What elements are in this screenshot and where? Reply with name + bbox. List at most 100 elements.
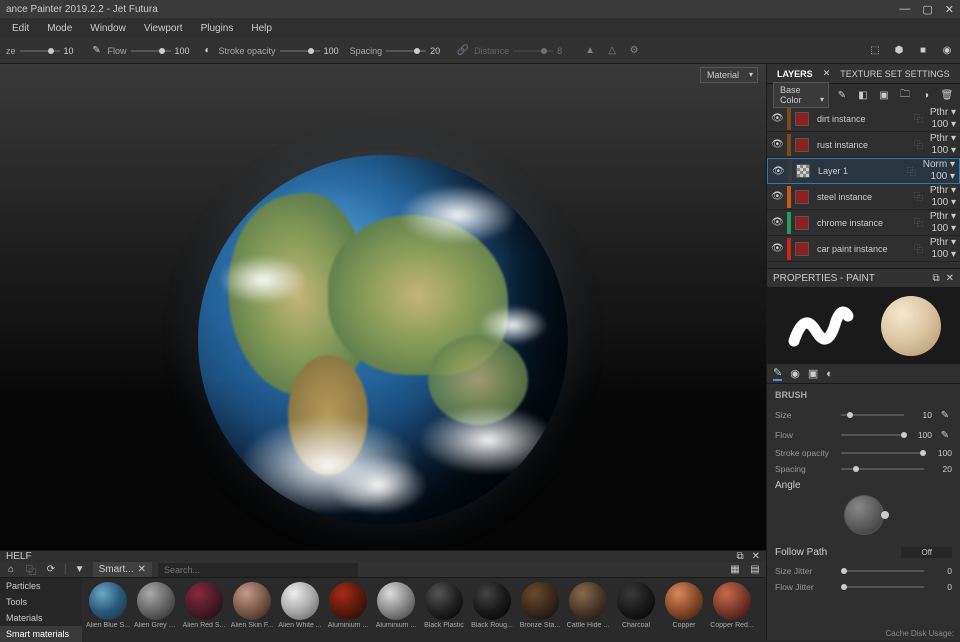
material-thumb[interactable]: Alien Skin F... [230, 582, 274, 629]
brush-flow-slider[interactable] [841, 434, 904, 436]
material-thumb[interactable]: Aluminium ... [374, 582, 418, 629]
grid-large-icon[interactable]: ▤ [748, 563, 762, 577]
folder-icon[interactable]: 🗀 [898, 88, 912, 102]
menu-edit[interactable]: Edit [4, 21, 37, 36]
duplicate-icon[interactable]: ⿻ [914, 138, 926, 151]
material-thumb[interactable]: Alien Blue S... [86, 582, 130, 629]
brush-spacing-slider[interactable] [841, 468, 924, 470]
snapshot-icon[interactable]: ◉ [940, 44, 954, 58]
warning-icon[interactable]: ▲ [583, 44, 597, 58]
material-thumb[interactable]: Alien Red S... [182, 582, 226, 629]
visibility-icon[interactable]: 👁 [771, 113, 783, 124]
flow-jitter-slider[interactable] [841, 586, 924, 588]
menu-mode[interactable]: Mode [39, 21, 80, 36]
size-jitter-slider[interactable] [841, 570, 924, 572]
flow-slider[interactable]: ✎Flow100 [90, 44, 193, 58]
pen-pressure-icon[interactable]: ✎ [938, 408, 952, 422]
minimize-button[interactable]: — [899, 3, 910, 16]
stencil-tab-icon[interactable]: ▣ [808, 367, 818, 380]
undock-icon[interactable]: ⧉ [932, 273, 939, 284]
layer-row[interactable]: 👁 rust instance ⿻ Pthr ▾100 ▾ [767, 132, 960, 158]
bucket-icon[interactable]: ▣ [877, 88, 891, 102]
layer-row[interactable]: 👁 car paint instance ⿻ Pthr ▾100 ▾ [767, 236, 960, 262]
channel-dropdown[interactable]: Material [700, 67, 758, 83]
shelf-panel: HELF ⧉✕ ⌂ ⿻ ⟳ | ▼ Smart...✕ ▦ ▤ Particle… [0, 550, 766, 640]
close-tab-icon[interactable]: ✕ [138, 564, 146, 575]
trash-icon[interactable]: 🗑 [940, 88, 954, 102]
size-slider[interactable]: ze10 [6, 46, 82, 56]
camera-icon[interactable]: ■ [916, 44, 930, 58]
menu-plugins[interactable]: Plugins [193, 21, 242, 36]
mask-icon[interactable]: ◧ [856, 88, 870, 102]
visibility-icon[interactable]: 👁 [771, 139, 783, 150]
material-thumb[interactable]: Copper [662, 582, 706, 629]
menu-viewport[interactable]: Viewport [136, 21, 191, 36]
shelf-tab[interactable]: Smart...✕ [93, 562, 152, 577]
menu-help[interactable]: Help [243, 21, 280, 36]
grid-small-icon[interactable]: ▦ [728, 563, 742, 577]
close-button[interactable]: ✕ [945, 3, 954, 16]
shelf-filter-icon[interactable]: ▼ [73, 563, 87, 577]
material-thumb[interactable]: Cattle Hide ... [566, 582, 610, 629]
material-thumb[interactable]: Copper Red... [710, 582, 754, 629]
duplicate-icon[interactable]: ⿻ [914, 112, 926, 125]
brush-size-row: Size10✎ [775, 408, 952, 422]
cube-icon[interactable]: ⬢ [892, 44, 906, 58]
duplicate-icon[interactable]: ⿻ [907, 165, 919, 178]
close-layers-icon[interactable]: ✕ [823, 68, 831, 79]
layer-row[interactable]: 👁 Layer 1 ⿻ Norm ▾100 ▾ [767, 158, 960, 184]
layer-thumb [795, 190, 809, 204]
brush-flow-row: Flow100✎ [775, 428, 952, 442]
earth-model[interactable] [198, 155, 568, 525]
visibility-icon[interactable]: 👁 [771, 217, 783, 228]
shelf-search-input[interactable] [158, 563, 358, 577]
angle-wheel[interactable] [844, 495, 884, 535]
shelf-home-icon[interactable]: ⌂ [4, 563, 18, 577]
layer-name: dirt instance [813, 114, 910, 124]
brush-size-slider[interactable] [841, 414, 904, 416]
pen-pressure-icon[interactable]: ✎ [938, 428, 952, 442]
material-thumb[interactable]: Black Plastic [422, 582, 466, 629]
maximize-button[interactable]: ▢ [922, 3, 932, 16]
stroke-opacity-slider[interactable]: ◐Stroke opacity100 [201, 44, 342, 58]
shelf-category[interactable]: Materials [0, 610, 82, 626]
close-props-icon[interactable]: ✕ [946, 273, 954, 284]
perspective-icon[interactable]: ⬚ [868, 44, 882, 58]
menu-window[interactable]: Window [82, 21, 134, 36]
channel-select[interactable]: Base Color [773, 82, 829, 108]
shelf-category[interactable]: Particles [0, 578, 82, 594]
visibility-icon[interactable]: 👁 [771, 243, 783, 254]
spacing-slider[interactable]: Spacing20 [350, 46, 449, 56]
layer-row[interactable]: 👁 dirt instance ⿻ Pthr ▾100 ▾ [767, 106, 960, 132]
material-thumb[interactable]: Charcoal [614, 582, 658, 629]
material-tab-icon[interactable]: ◐ [826, 368, 833, 380]
layers-tab[interactable]: LAYERS [771, 67, 819, 81]
duplicate-icon[interactable]: ⿻ [914, 216, 926, 229]
distance-slider[interactable]: 🔗Distance8 [456, 44, 575, 58]
shelf-category[interactable]: Tools [0, 594, 82, 610]
triangle-icon[interactable]: △ [605, 44, 619, 58]
brush-opacity-slider[interactable] [841, 452, 924, 454]
close-shelf-icon[interactable]: ✕ [752, 551, 760, 562]
alpha-tab-icon[interactable]: ◉ [790, 367, 800, 380]
duplicate-icon[interactable]: ⿻ [914, 190, 926, 203]
visibility-icon[interactable]: 👁 [772, 166, 784, 177]
material-thumb[interactable]: Black Roug... [470, 582, 514, 629]
texture-set-tab[interactable]: TEXTURE SET SETTINGS [834, 67, 955, 81]
settings-icon[interactable]: ⚙ [627, 44, 641, 58]
undock-shelf-icon[interactable]: ⧉ [736, 551, 743, 562]
material-thumb[interactable]: Aluminium ... [326, 582, 370, 629]
layer-row[interactable]: 👁 chrome instance ⿻ Pthr ▾100 ▾ [767, 210, 960, 236]
layer-row[interactable]: 👁 steel instance ⿻ Pthr ▾100 ▾ [767, 184, 960, 210]
shelf-refresh-icon[interactable]: ⟳ [44, 563, 58, 577]
material-thumb[interactable]: Alien White ... [278, 582, 322, 629]
material-thumb[interactable]: Bronze Sta... [518, 582, 562, 629]
fx-icon[interactable]: ◑ [919, 88, 933, 102]
shelf-copy-icon[interactable]: ⿻ [24, 563, 38, 577]
wand-icon[interactable]: ✎ [835, 88, 849, 102]
follow-path-toggle[interactable]: Off [901, 547, 952, 558]
brush-tab-icon[interactable]: ✎ [773, 366, 782, 381]
material-thumb[interactable]: Alien Grey S... [134, 582, 178, 629]
duplicate-icon[interactable]: ⿻ [914, 242, 926, 255]
visibility-icon[interactable]: 👁 [771, 191, 783, 202]
